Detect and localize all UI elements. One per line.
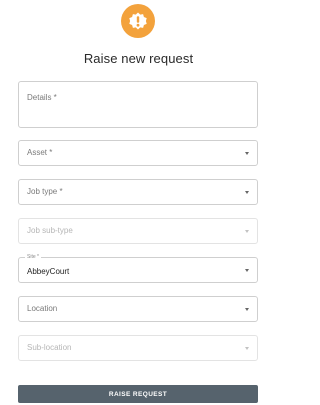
site-select[interactable]: Site * AbbeyCourt [18, 254, 258, 283]
job-subtype-placeholder: Job sub-type [27, 226, 73, 235]
chevron-down-icon [245, 191, 249, 194]
exclamation-badge-icon [129, 12, 147, 30]
raise-request-button[interactable]: RAISE REQUEST [18, 385, 258, 403]
chevron-down-icon [245, 230, 249, 233]
logo-icon [121, 4, 155, 38]
sub-location-select[interactable]: Sub-location [18, 335, 258, 361]
details-field[interactable]: Details * [18, 81, 258, 128]
chevron-down-icon [245, 347, 249, 350]
sub-location-placeholder: Sub-location [27, 343, 72, 352]
chevron-down-icon [245, 152, 249, 155]
chevron-down-icon [245, 308, 249, 311]
details-placeholder: Details * [27, 93, 57, 102]
asset-select[interactable]: Asset * [18, 140, 258, 166]
site-value: AbbeyCourt [27, 267, 70, 276]
location-placeholder: Location [27, 304, 58, 313]
asset-placeholder: Asset * [27, 148, 53, 157]
chevron-down-icon [245, 269, 249, 272]
job-type-placeholder: Job type * [27, 187, 63, 196]
page-title: Raise new request [83, 51, 194, 66]
job-subtype-select[interactable]: Job sub-type [18, 218, 258, 244]
job-type-select[interactable]: Job type * [18, 179, 258, 205]
site-label: Site * [25, 254, 41, 261]
location-select[interactable]: Location [18, 296, 258, 322]
